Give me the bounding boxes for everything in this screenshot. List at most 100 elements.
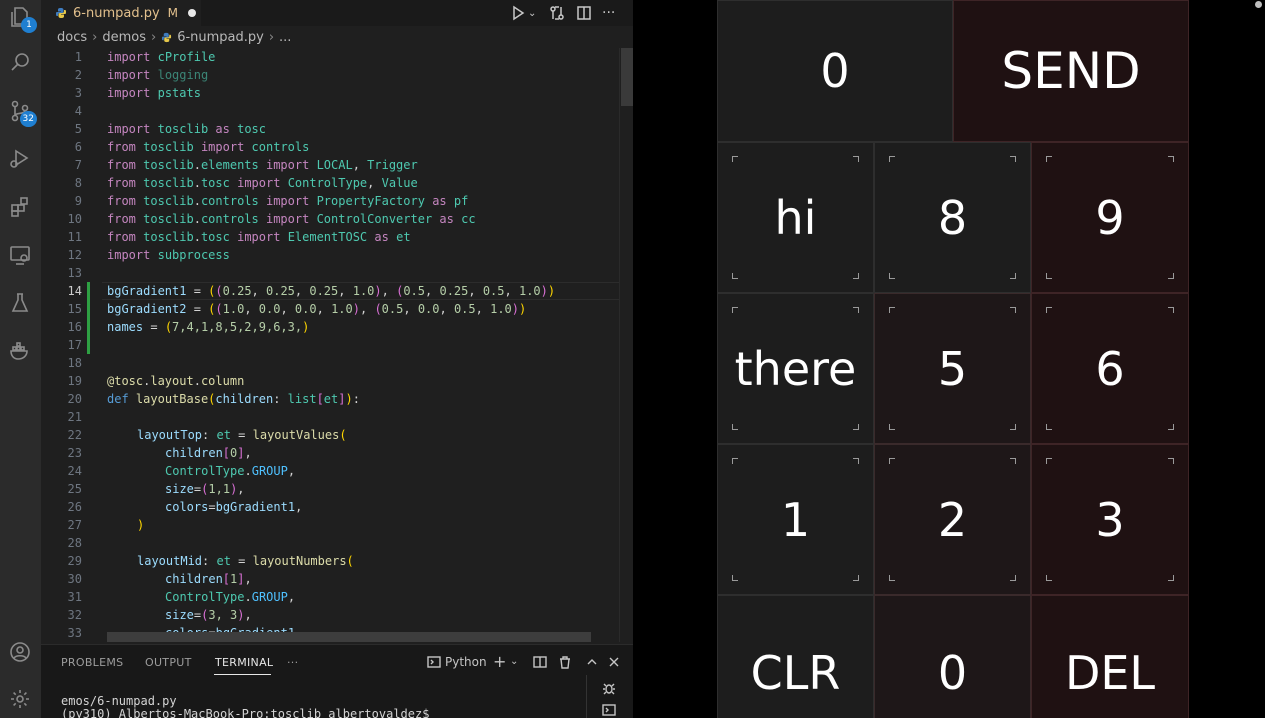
tab-problems[interactable]: PROBLEMS <box>61 656 123 669</box>
key-hi[interactable]: hi <box>717 142 874 293</box>
key-1[interactable]: 1 <box>717 444 874 595</box>
split-editor-icon[interactable] <box>576 3 592 23</box>
breadcrumb: docs › demos › 6-numpad.py › ... <box>57 28 291 46</box>
code-line: 29 layoutMid: et = layoutNumbers( <box>67 554 354 568</box>
tab-bar: 6-numpad.py M ⌄ ··· <box>41 0 633 26</box>
key-label: 1 <box>780 492 811 547</box>
run-dropdown-chevron-icon[interactable]: ⌄ <box>528 3 536 23</box>
terminal-dropdown-chevron-icon[interactable]: ⌄ <box>510 656 518 667</box>
split-terminal-icon[interactable] <box>533 655 547 673</box>
code-line: 31 ControlType.GROUP, <box>67 590 296 604</box>
key-label: there <box>734 341 857 396</box>
trash-icon[interactable] <box>558 655 572 673</box>
code-line: 26 colors=bgGradient1, <box>67 500 303 514</box>
maximize-panel-chevron-icon[interactable] <box>585 655 599 673</box>
terminal-shell-name[interactable]: Python <box>445 655 487 669</box>
remote-explorer-icon[interactable] <box>5 240 35 270</box>
window-dot-icon <box>1255 1 1262 8</box>
unsaved-dot-icon[interactable] <box>188 9 197 17</box>
panel-more-icon[interactable]: ··· <box>287 656 298 669</box>
send-button-label: SEND <box>1001 42 1141 100</box>
key-2[interactable]: 2 <box>874 444 1031 595</box>
extensions-icon[interactable] <box>5 192 35 222</box>
code-line: 2 import logging <box>74 68 209 82</box>
vertical-scrollbar-thumb[interactable] <box>621 48 633 106</box>
value-display-text: 0 <box>820 44 850 98</box>
run-icon[interactable] <box>510 3 526 23</box>
code-line: 3 import pstats <box>74 86 201 100</box>
settings-gear-icon[interactable] <box>5 684 35 714</box>
new-terminal-icon[interactable]: + <box>493 652 506 671</box>
code-editor[interactable]: 1 import cProfile 2 import logging 3 import… <box>41 48 621 642</box>
tab-filename: 6-numpad.py <box>73 5 160 21</box>
key-0[interactable]: 0 <box>874 595 1031 718</box>
send-button[interactable]: SEND <box>953 0 1189 142</box>
terminal-instance-icon[interactable] <box>602 703 616 718</box>
modified-flag: M <box>167 6 179 20</box>
docker-icon[interactable] <box>5 336 35 366</box>
key-label: hi <box>774 190 817 245</box>
code-line: 24 ControlType.GROUP, <box>67 464 296 478</box>
code-line: 1 import cProfile <box>74 50 216 64</box>
key-there[interactable]: there <box>717 293 874 444</box>
breadcrumb-file[interactable]: 6-numpad.py <box>177 30 264 45</box>
code-line: 12 import subprocess <box>67 248 230 262</box>
scm-badge: 32 <box>19 111 37 127</box>
tab-output[interactable]: OUTPUT <box>145 656 192 669</box>
terminal-output[interactable]: emos/6-numpad.py (py310) Albertos-MacBook… <box>61 695 429 718</box>
code-line: 10 from tosclib.controls import ControlCo… <box>67 212 476 226</box>
key-6[interactable]: 6 <box>1031 293 1189 444</box>
key-5[interactable]: 5 <box>874 293 1031 444</box>
code-line: 9 from tosclib.controls import PropertyFa… <box>74 194 469 208</box>
code-line: 4 <box>74 104 82 118</box>
code-line: 22 layoutTop: et = layoutValues( <box>67 428 347 442</box>
code-line: 15 bgGradient2 = ((1.0, 0.0, 0.0, 1.0), (… <box>67 302 527 316</box>
terminal-icon <box>427 655 441 673</box>
delete-button-label: DEL <box>1064 646 1156 700</box>
key-label: 5 <box>937 341 968 396</box>
account-icon[interactable] <box>5 637 35 667</box>
bottom-panel: PROBLEMS OUTPUT TERMINAL ··· Python + ⌄ … <box>41 644 633 718</box>
horizontal-scrollbar[interactable] <box>107 632 591 642</box>
key-3[interactable]: 3 <box>1031 444 1189 595</box>
code-line: 25 size=(1,1), <box>67 482 245 496</box>
code-line: 16 names = (7,4,1,8,5,2,9,6,3,) <box>67 320 310 334</box>
delete-button[interactable]: DEL <box>1031 595 1189 718</box>
code-line: 6 from tosclib import controls <box>74 140 310 154</box>
more-actions-icon[interactable]: ··· <box>602 3 615 23</box>
code-line: 32 size=(3, 3), <box>67 608 252 622</box>
key-9[interactable]: 9 <box>1031 142 1189 293</box>
source-control-icon[interactable]: 32 <box>5 96 37 127</box>
run-debug-icon[interactable] <box>5 143 35 173</box>
code-line: 19 @tosc.layout.column <box>67 374 245 388</box>
code-line: 23 children[0], <box>67 446 252 460</box>
explorer-icon[interactable]: 1 <box>5 2 37 33</box>
key-8[interactable]: 8 <box>874 142 1031 293</box>
code-line: 17 <box>67 338 82 352</box>
active-tab-underline <box>214 674 271 675</box>
code-line: 14 bgGradient1 = ((0.25, 0.25, 0.25, 1.0)… <box>67 284 556 298</box>
key-label: 2 <box>937 492 968 547</box>
editor-area: 6-numpad.py M ⌄ ··· docs › demos › 6-num… <box>41 0 633 718</box>
key-label: 8 <box>937 190 968 245</box>
breadcrumb-docs[interactable]: docs <box>57 30 87 45</box>
code-line: 8 from tosclib.tosc import ControlType, V… <box>74 176 418 190</box>
debug-bug-icon[interactable] <box>602 681 616 699</box>
search-icon[interactable] <box>5 47 35 77</box>
code-line: 28 <box>67 536 82 550</box>
overview-ruler[interactable] <box>619 48 633 642</box>
editor-tab[interactable]: 6-numpad.py M <box>41 0 201 26</box>
key-label: 9 <box>1095 190 1125 245</box>
close-panel-icon[interactable] <box>607 655 621 673</box>
numpad-layout: 0 SEND hi 8 9 there 5 6 1 2 3 CLR 0 DEL <box>717 0 1189 718</box>
breadcrumb-demos[interactable]: demos <box>102 30 146 45</box>
breadcrumb-symbol[interactable]: ... <box>279 30 291 45</box>
python-file-icon <box>162 32 172 42</box>
code-line: 21 <box>67 410 82 424</box>
compare-changes-icon[interactable] <box>549 3 565 23</box>
code-line: 11 from tosclib.tosc import ElementTOSC a… <box>67 230 411 244</box>
terminal-tabs-sidebar <box>586 675 633 718</box>
testing-icon[interactable] <box>5 288 35 318</box>
clear-button[interactable]: CLR <box>717 595 874 718</box>
tab-terminal[interactable]: TERMINAL <box>215 656 273 669</box>
